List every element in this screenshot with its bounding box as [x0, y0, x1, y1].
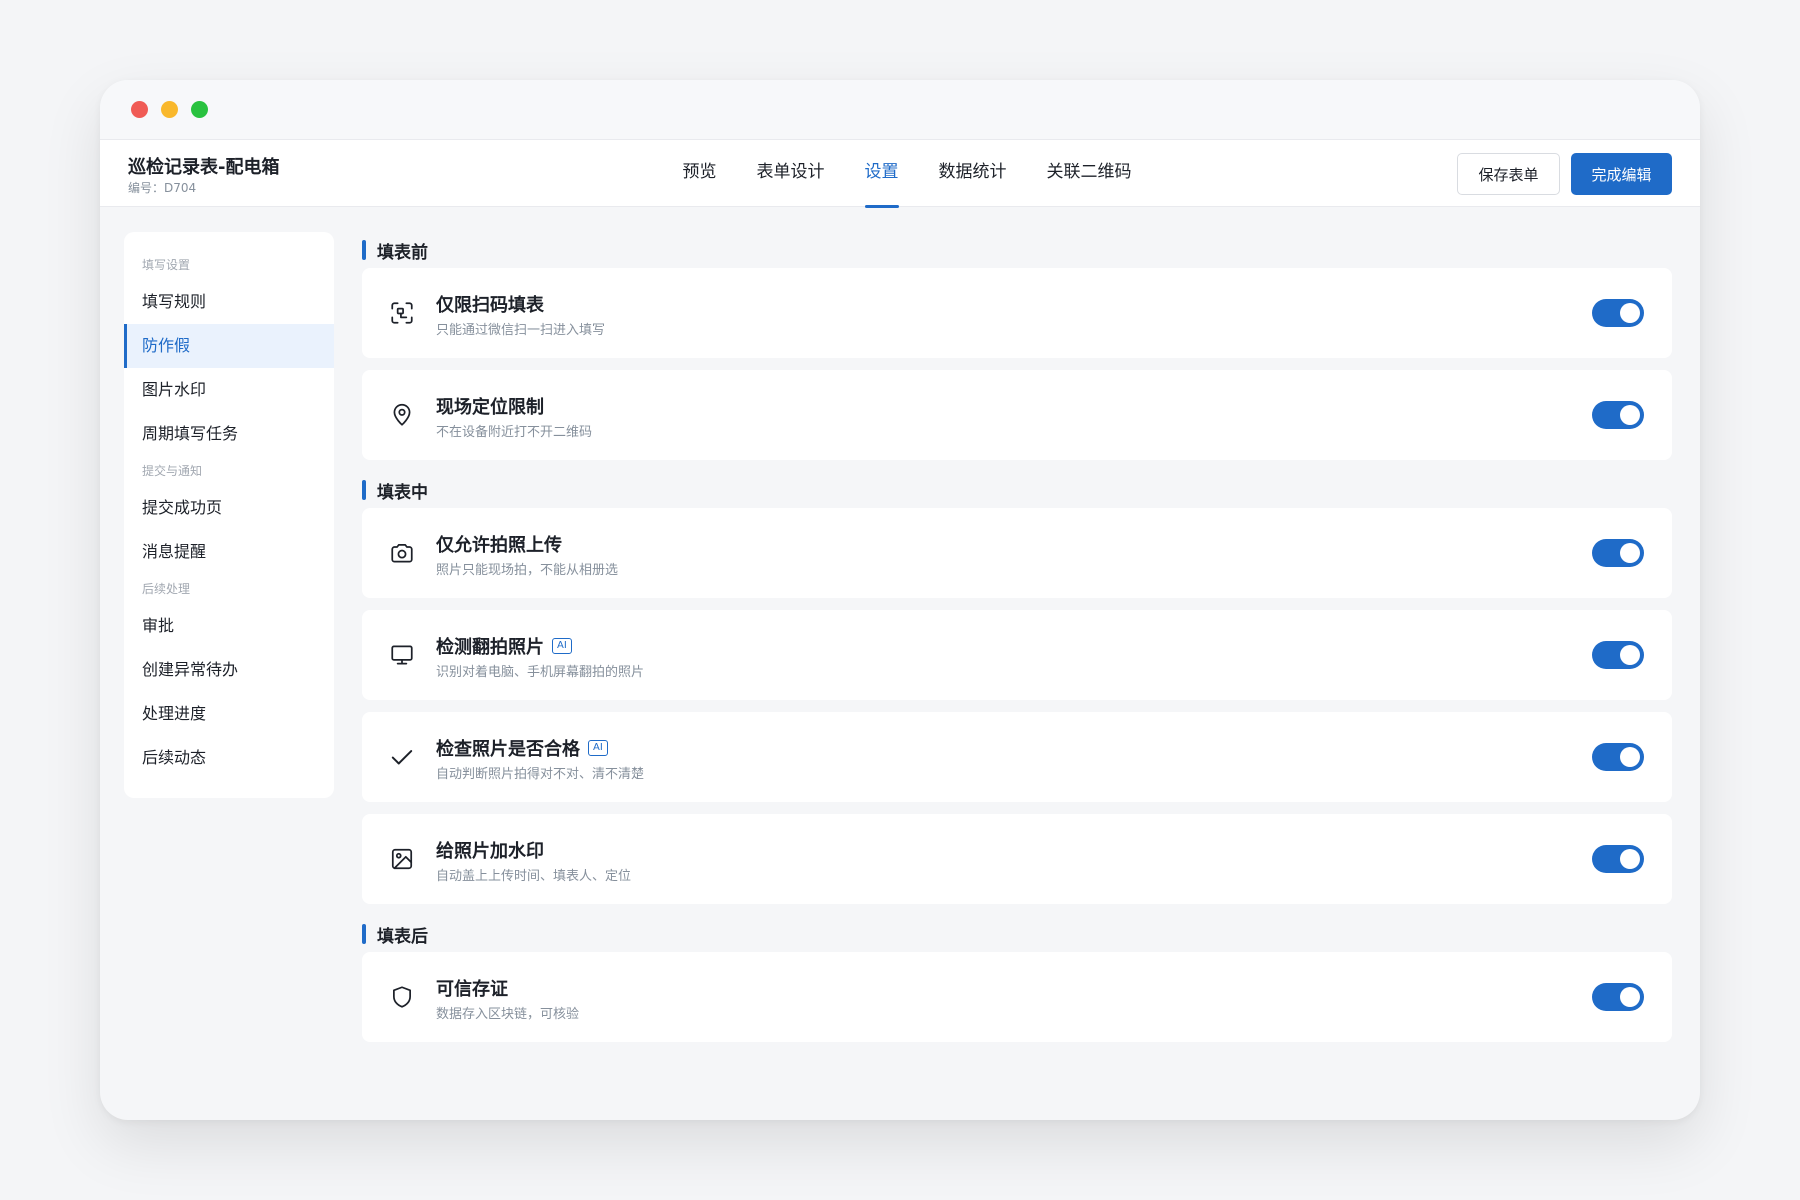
sidebar-group-title: 后续处理: [142, 582, 191, 596]
setting-description: 识别对着电脑、手机屏幕翻拍的照片: [436, 665, 645, 680]
trusted-evidence-toggle[interactable]: [1592, 983, 1644, 1011]
setting-description: 自动判断照片拍得对不对、清不清楚: [436, 767, 645, 782]
setting-description: 照片只能现场拍，不能从相册选: [436, 563, 619, 578]
sidebar-item-fill-rules[interactable]: 填写规则: [124, 280, 334, 324]
setting-card: 检查照片是否合格 AI 自动判断照片拍得对不对、清不清楚: [362, 712, 1672, 802]
setting-description: 只能通过微信扫一扫进入填写: [436, 323, 606, 338]
app-window: 巡检记录表-配电箱 编号：D704 预览 表单设计 设置 数据统计 关联二维码 …: [100, 80, 1700, 1120]
camera-only-toggle[interactable]: [1592, 539, 1644, 567]
section-title: 填表前: [362, 232, 1672, 268]
setting-card: 现场定位限制 不在设备附近打不开二维码: [362, 370, 1672, 460]
monitor-icon: [388, 641, 416, 669]
camera-icon: [388, 539, 416, 567]
sidebar-item-notifications[interactable]: 消息提醒: [124, 530, 334, 574]
setting-description: 不在设备附近打不开二维码: [436, 425, 593, 440]
setting-title: 仅允许拍照上传: [436, 535, 562, 556]
image-icon: [388, 845, 416, 873]
sidebar-group-title: 提交与通知: [142, 464, 203, 478]
sidebar-item-progress[interactable]: 处理进度: [124, 692, 334, 736]
section-title-text: 填表中: [377, 482, 428, 503]
tab-statistics[interactable]: 数据统计: [939, 140, 1007, 207]
setting-title: 现场定位限制: [436, 397, 544, 418]
shield-icon: [388, 983, 416, 1011]
settings-content: 填表前 仅限扫码填表 只能通过微信扫一扫进入填写 现场定位限制 不在设备附近打不…: [362, 232, 1672, 1054]
sidebar-item-periodic-task[interactable]: 周期填写任务: [124, 412, 334, 456]
sidebar-group-title: 填写设置: [142, 258, 191, 272]
scan-icon: [388, 299, 416, 327]
photo-watermark-toggle[interactable]: [1592, 845, 1644, 873]
setting-card: 仅限扫码填表 只能通过微信扫一扫进入填写: [362, 268, 1672, 358]
section-title-text: 填表后: [377, 926, 428, 947]
tab-settings[interactable]: 设置: [864, 140, 899, 208]
recapture-detect-toggle[interactable]: [1592, 641, 1644, 669]
settings-sidebar: 填写设置 填写规则 防作假 图片水印 周期填写任务 提交与通知 提交成功页 消息…: [124, 232, 334, 798]
location-limit-toggle[interactable]: [1592, 401, 1644, 429]
setting-title: 给照片加水印: [436, 841, 544, 862]
photo-quality-toggle[interactable]: [1592, 743, 1644, 771]
setting-card: 给照片加水印 自动盖上上传时间、填表人、定位: [362, 814, 1672, 904]
ai-badge: AI: [588, 740, 608, 756]
setting-description: 数据存入区块链，可核验: [436, 1007, 580, 1022]
sidebar-item-activity[interactable]: 后续动态: [124, 736, 334, 780]
section-title-text: 填表前: [377, 242, 428, 263]
sidebar-item-success-page[interactable]: 提交成功页: [124, 486, 334, 530]
sidebar-item-approval[interactable]: 审批: [124, 604, 334, 648]
setting-title: 检测翻拍照片 AI: [436, 633, 572, 659]
section-title: 填表后: [362, 916, 1672, 952]
ai-badge: AI: [552, 638, 572, 654]
tab-preview[interactable]: 预览: [683, 140, 717, 207]
scan-only-toggle[interactable]: [1592, 299, 1644, 327]
location-pin-icon: [388, 401, 416, 429]
setting-card: 检测翻拍照片 AI 识别对着电脑、手机屏幕翻拍的照片: [362, 610, 1672, 700]
check-icon: [388, 743, 416, 771]
setting-description: 自动盖上上传时间、填表人、定位: [436, 869, 632, 884]
section-title: 填表中: [362, 472, 1672, 508]
finish-editing-button[interactable]: 完成编辑: [1571, 153, 1672, 195]
setting-title: 仅限扫码填表: [436, 295, 544, 316]
maximize-window-button[interactable]: [191, 101, 208, 118]
setting-card: 可信存证 数据存入区块链，可核验: [362, 952, 1672, 1042]
setting-title: 检查照片是否合格 AI: [436, 735, 608, 761]
window-titlebar: [100, 80, 1700, 140]
tab-linked-qrcode[interactable]: 关联二维码: [1047, 140, 1132, 207]
minimize-window-button[interactable]: [161, 101, 178, 118]
form-header: 巡检记录表-配电箱 编号：D704 预览 表单设计 设置 数据统计 关联二维码 …: [100, 140, 1700, 208]
sidebar-item-exception-todo[interactable]: 创建异常待办: [124, 648, 334, 692]
tab-form-design[interactable]: 表单设计: [757, 140, 825, 207]
sidebar-item-image-watermark[interactable]: 图片水印: [124, 368, 334, 412]
save-form-button[interactable]: 保存表单: [1457, 153, 1560, 195]
close-window-button[interactable]: [131, 101, 148, 118]
sidebar-item-anti-fraud[interactable]: 防作假: [124, 324, 334, 368]
setting-title: 可信存证: [436, 979, 508, 1000]
setting-card: 仅允许拍照上传 照片只能现场拍，不能从相册选: [362, 508, 1672, 598]
